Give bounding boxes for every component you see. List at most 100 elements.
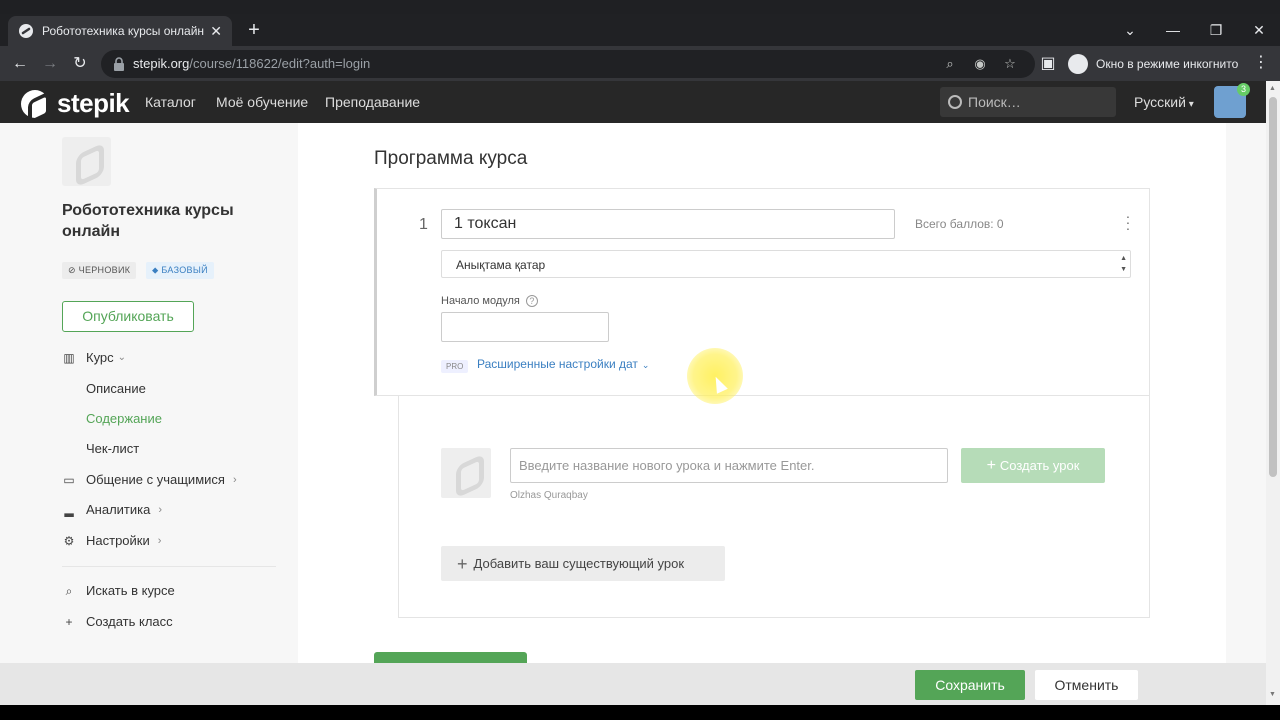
header-search[interactable]: Поиск… [940, 87, 1116, 117]
page-content: Робототехника курсы онлайн ⊘ ЧЕРНОВИК ⬥ … [0, 123, 1266, 663]
restore-icon[interactable]: ❐ [1204, 18, 1228, 42]
chevron-right-icon: › [157, 534, 162, 547]
lock-icon [114, 57, 124, 71]
window-close-icon[interactable]: ✕ [1247, 18, 1271, 42]
sidebar-divider [62, 566, 276, 567]
module-description-input[interactable]: Анықтама қатар ▲ ▼ [441, 250, 1131, 278]
new-lesson-input[interactable]: Введите название нового урока и нажмите … [510, 448, 948, 483]
browser-toolbar: ← → ↻ stepik.org/course/118622/edit?auth… [0, 46, 1280, 81]
minimize-icon[interactable]: — [1161, 18, 1185, 42]
notification-badge: 3 [1237, 83, 1250, 96]
sidebar-item-search[interactable]: ⌕ Искать в курсе [62, 583, 175, 598]
sidebar-item-course[interactable]: ▥ Курс ⌄ [62, 350, 126, 365]
chevron-down-icon: ⌄ [641, 360, 650, 370]
lesson-author: Olzhas Quraqbay [510, 490, 588, 501]
tab-title: Робототехника курсы онлайн · Stepik [42, 24, 205, 38]
new-tab-button[interactable]: + [244, 18, 264, 42]
advanced-dates-link[interactable]: Расширенные настройки дат ⌄ [477, 357, 649, 371]
nav-catalog[interactable]: Каталог [145, 94, 196, 110]
chevron-right-icon: › [232, 473, 237, 486]
chevron-right-icon: › [158, 503, 163, 516]
nav-my-learning[interactable]: Моё обучение [216, 94, 308, 110]
add-existing-lesson-label: Добавить ваш существующий урок [473, 556, 685, 571]
module-points: Всего баллов: 0 [915, 217, 1004, 231]
forward-icon[interactable]: → [38, 52, 62, 76]
module-title-input[interactable]: 1 токсан [441, 209, 895, 239]
draft-badge-label: ЧЕРНОВИК [78, 265, 131, 275]
plus-icon: + [65, 614, 73, 629]
lessons-panel: Введите название нового урока и нажмите … [398, 396, 1150, 618]
plus-icon: + [457, 554, 468, 574]
sidebar-item-label: Создать класс [86, 614, 173, 629]
avatar[interactable]: 3 [1214, 83, 1250, 118]
sidebar-item-checklist[interactable]: Чек-лист [86, 441, 139, 456]
language-label: Русский [1134, 94, 1186, 110]
sidebar-item-content[interactable]: Содержание [86, 411, 162, 426]
tab-search-chevron-icon[interactable]: ⌄ [1118, 18, 1142, 42]
sidebar-item-label: Курс [86, 350, 114, 365]
scroll-up-icon[interactable]: ▲ [1269, 85, 1276, 92]
sidebar-item-description[interactable]: Описание [86, 381, 146, 396]
book-icon: ▥ [63, 350, 75, 365]
sidebar-item-label: Общение с учащимися [86, 472, 225, 487]
sidebar-item-analytics[interactable]: ▂ Аналитика › [62, 502, 162, 517]
page-scrollbar[interactable]: ▲ ▼ [1266, 81, 1280, 705]
side-panel-icon[interactable]: ▣ [1036, 52, 1060, 76]
module-card: 1 1 токсан Всего баллов: 0 · · · Анықтама … [374, 188, 1150, 396]
sidebar-item-settings[interactable]: ⚙ Настройки › [62, 533, 162, 548]
add-existing-lesson-button[interactable]: + Добавить ваш существующий урок [441, 546, 725, 581]
sidebar-item-communication[interactable]: ▭ Общение с учащимися › [62, 472, 237, 487]
search-placeholder: Поиск… [968, 94, 1021, 110]
language-select[interactable]: Русский ▾ [1134, 94, 1194, 110]
module-start-date-input[interactable] [441, 312, 609, 342]
incognito-icon [1068, 54, 1088, 74]
save-bar: Сохранить Отменить [0, 663, 1266, 705]
cancel-button[interactable]: Отменить [1035, 670, 1138, 700]
url-path: /course/118622/edit?auth=login [189, 56, 371, 71]
zoom-search-icon[interactable]: ⌕ [941, 55, 959, 73]
add-module-button[interactable] [374, 652, 527, 663]
url-host: stepik.org [133, 56, 190, 71]
textarea-scroll-icon[interactable]: ▲ ▼ [1120, 253, 1127, 275]
reload-icon[interactable]: ↻ [68, 52, 92, 76]
create-lesson-button[interactable]: + Создать урок [961, 448, 1105, 483]
browser-window: Робототехника курсы онлайн · Stepik ✕ + … [0, 0, 1280, 720]
course-title[interactable]: Робототехника курсы онлайн [62, 200, 282, 242]
tag-icon: ⬥ [152, 265, 162, 275]
module-start-label: Начало модуля ? [441, 295, 538, 307]
address-bar[interactable]: stepik.org/course/118622/edit?auth=login… [101, 50, 1035, 78]
eye-off-icon: ⊘ [68, 265, 79, 275]
sidebar-item-create-class[interactable]: + Создать класс [62, 614, 173, 629]
sidebar-item-label: Искать в курсе [86, 583, 175, 598]
course-cover-image [62, 137, 111, 186]
site-header: stepik Каталог Моё обучение Преподавание… [0, 81, 1266, 123]
basic-badge: ⬥ БАЗОВЫЙ [146, 262, 214, 279]
module-description-text: Анықтама қатар [456, 258, 546, 272]
pro-badge: PRO [441, 360, 469, 373]
browser-menu-icon[interactable]: ⋮ [1252, 52, 1270, 72]
incognito-indicator[interactable]: Окно в режиме инкогнито [1068, 51, 1238, 77]
gear-icon: ⚙ [63, 533, 75, 548]
browser-tab[interactable]: Робототехника курсы онлайн · Stepik ✕ [8, 16, 232, 46]
chevron-down-icon: ⌄ [117, 352, 127, 363]
basic-badge-label: БАЗОВЫЙ [161, 265, 208, 275]
draft-badge: ⊘ ЧЕРНОВИК [62, 262, 137, 279]
scroll-down-icon[interactable]: ▼ [1269, 691, 1276, 698]
chevron-down-icon: ▾ [1185, 99, 1194, 110]
module-menu-icon[interactable]: · · · [1123, 209, 1133, 235]
stepik-logo[interactable]: stepik [21, 88, 130, 119]
back-icon[interactable]: ← [8, 52, 32, 76]
tab-close-icon[interactable]: ✕ [210, 23, 222, 40]
help-icon[interactable]: ? [525, 295, 538, 307]
save-button[interactable]: Сохранить [915, 670, 1025, 700]
bookmark-star-icon[interactable]: ☆ [1001, 55, 1019, 73]
nav-teaching[interactable]: Преподавание [325, 94, 420, 110]
module-number: 1 [419, 216, 428, 233]
publish-button[interactable]: Опубликовать [62, 301, 194, 332]
page-title: Программа курса [374, 148, 528, 169]
course-sidebar: Робототехника курсы онлайн ⊘ ЧЕРНОВИК ⬥ … [0, 123, 298, 663]
eye-off-icon[interactable]: ◉ [971, 55, 989, 73]
stepik-favicon-icon [18, 23, 34, 39]
incognito-label: Окно в режиме инкогнито [1096, 57, 1239, 71]
scrollbar-thumb[interactable] [1269, 97, 1277, 477]
